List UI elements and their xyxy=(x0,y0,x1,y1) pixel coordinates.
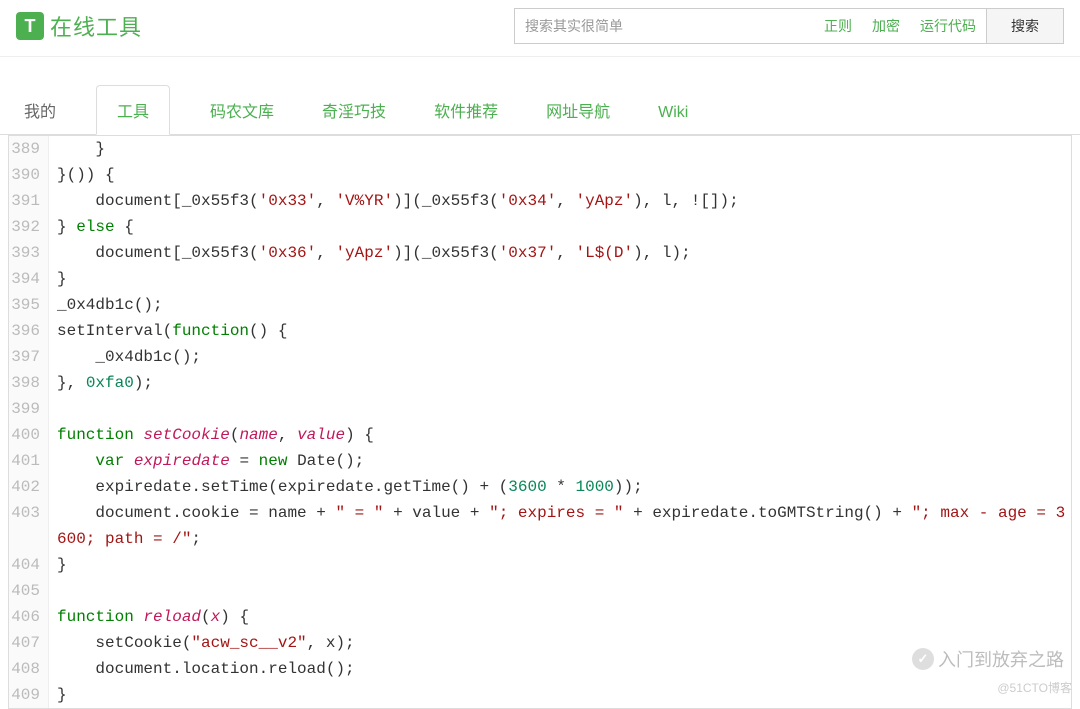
code-line: 403 document.cookie = name + " = " + val… xyxy=(9,500,1071,552)
code-line: 400function setCookie(name, value) { xyxy=(9,422,1071,448)
nav-tabs: 我的工具码农文库奇淫巧技软件推荐网址导航 Wiki xyxy=(0,85,1080,135)
code-content[interactable]: } xyxy=(49,136,1071,162)
line-number: 396 xyxy=(9,318,49,344)
code-line: 390}()) { xyxy=(9,162,1071,188)
search-button[interactable]: 搜索 xyxy=(987,8,1064,44)
line-number: 407 xyxy=(9,630,49,656)
attribution: @51CTO博客 xyxy=(997,679,1072,696)
line-number: 406 xyxy=(9,604,49,630)
code-content[interactable]: function setCookie(name, value) { xyxy=(49,422,1071,448)
pill-regex[interactable]: 正则 xyxy=(814,8,862,44)
pill-runcode[interactable]: 运行代码 xyxy=(910,8,987,44)
line-number: 401 xyxy=(9,448,49,474)
code-content[interactable]: setInterval(function() { xyxy=(49,318,1071,344)
code-content[interactable]: function reload(x) { xyxy=(49,604,1071,630)
line-number: 393 xyxy=(9,240,49,266)
code-content[interactable]: } xyxy=(49,682,1071,708)
code-content[interactable]: document.cookie = name + " = " + value +… xyxy=(49,500,1071,552)
code-content[interactable]: } else { xyxy=(49,214,1071,240)
line-number: 392 xyxy=(9,214,49,240)
code-line: 395_0x4db1c(); xyxy=(9,292,1071,318)
code-content[interactable]: expiredate.setTime(expiredate.getTime() … xyxy=(49,474,1071,500)
logo[interactable]: T 在线工具 xyxy=(16,10,142,42)
tab-3[interactable]: 奇淫巧技 xyxy=(314,86,394,134)
code-line: 405 xyxy=(9,578,1071,604)
code-content[interactable]: } xyxy=(49,266,1071,292)
code-content[interactable]: var expiredate = new Date(); xyxy=(49,448,1071,474)
code-line: 406function reload(x) { xyxy=(9,604,1071,630)
code-content[interactable]: }, 0xfa0); xyxy=(49,370,1071,396)
code-content[interactable]: _0x4db1c(); xyxy=(49,292,1071,318)
code-line: 399 xyxy=(9,396,1071,422)
search-input[interactable] xyxy=(514,8,814,44)
tab-2[interactable]: 码农文库 xyxy=(202,86,282,134)
search-bar: 正则 加密 运行代码 搜索 xyxy=(514,8,1064,44)
line-number: 394 xyxy=(9,266,49,292)
code-content[interactable] xyxy=(49,396,1071,422)
code-content[interactable]: document[_0x55f3('0x36', 'yApz')](_0x55f… xyxy=(49,240,1071,266)
code-line: 392} else { xyxy=(9,214,1071,240)
code-line: 391 document[_0x55f3('0x33', 'V%YR')](_0… xyxy=(9,188,1071,214)
code-line: 401 var expiredate = new Date(); xyxy=(9,448,1071,474)
code-line: 396setInterval(function() { xyxy=(9,318,1071,344)
line-number: 390 xyxy=(9,162,49,188)
code-content[interactable]: document[_0x55f3('0x33', 'V%YR')](_0x55f… xyxy=(49,188,1071,214)
code-line: 398}, 0xfa0); xyxy=(9,370,1071,396)
code-line: 397 _0x4db1c(); xyxy=(9,344,1071,370)
tab-5[interactable]: 网址导航 xyxy=(538,86,618,134)
logo-text: 在线工具 xyxy=(50,10,142,42)
code-line: 409} xyxy=(9,682,1071,708)
line-number: 400 xyxy=(9,422,49,448)
line-number: 405 xyxy=(9,578,49,604)
tab-0[interactable]: 我的 xyxy=(16,86,64,134)
line-number: 409 xyxy=(9,682,49,708)
code-line: 393 document[_0x55f3('0x36', 'yApz')](_0… xyxy=(9,240,1071,266)
watermark: ✓ 入门到放弃之路 xyxy=(912,646,1064,672)
line-number: 397 xyxy=(9,344,49,370)
header: T 在线工具 正则 加密 运行代码 搜索 xyxy=(0,0,1080,57)
line-number: 399 xyxy=(9,396,49,422)
line-number: 408 xyxy=(9,656,49,682)
code-content[interactable]: } xyxy=(49,552,1071,578)
code-editor[interactable]: 389 }390}()) {391 document[_0x55f3('0x33… xyxy=(8,135,1072,709)
tab-6[interactable]: Wiki xyxy=(650,92,696,134)
code-content[interactable]: }()) { xyxy=(49,162,1071,188)
code-content[interactable]: _0x4db1c(); xyxy=(49,344,1071,370)
code-line: 402 expiredate.setTime(expiredate.getTim… xyxy=(9,474,1071,500)
code-line: 389 } xyxy=(9,136,1071,162)
code-content[interactable] xyxy=(49,578,1071,604)
line-number: 398 xyxy=(9,370,49,396)
line-number: 403 xyxy=(9,500,49,552)
watermark-text: 入门到放弃之路 xyxy=(938,646,1064,672)
tab-4[interactable]: 软件推荐 xyxy=(426,86,506,134)
line-number: 404 xyxy=(9,552,49,578)
line-number: 402 xyxy=(9,474,49,500)
line-number: 395 xyxy=(9,292,49,318)
line-number: 389 xyxy=(9,136,49,162)
wechat-icon: ✓ xyxy=(912,648,934,670)
tab-1[interactable]: 工具 xyxy=(96,85,170,135)
line-number: 391 xyxy=(9,188,49,214)
pill-encrypt[interactable]: 加密 xyxy=(862,8,910,44)
code-line: 404} xyxy=(9,552,1071,578)
logo-icon: T xyxy=(16,12,44,40)
code-line: 394} xyxy=(9,266,1071,292)
